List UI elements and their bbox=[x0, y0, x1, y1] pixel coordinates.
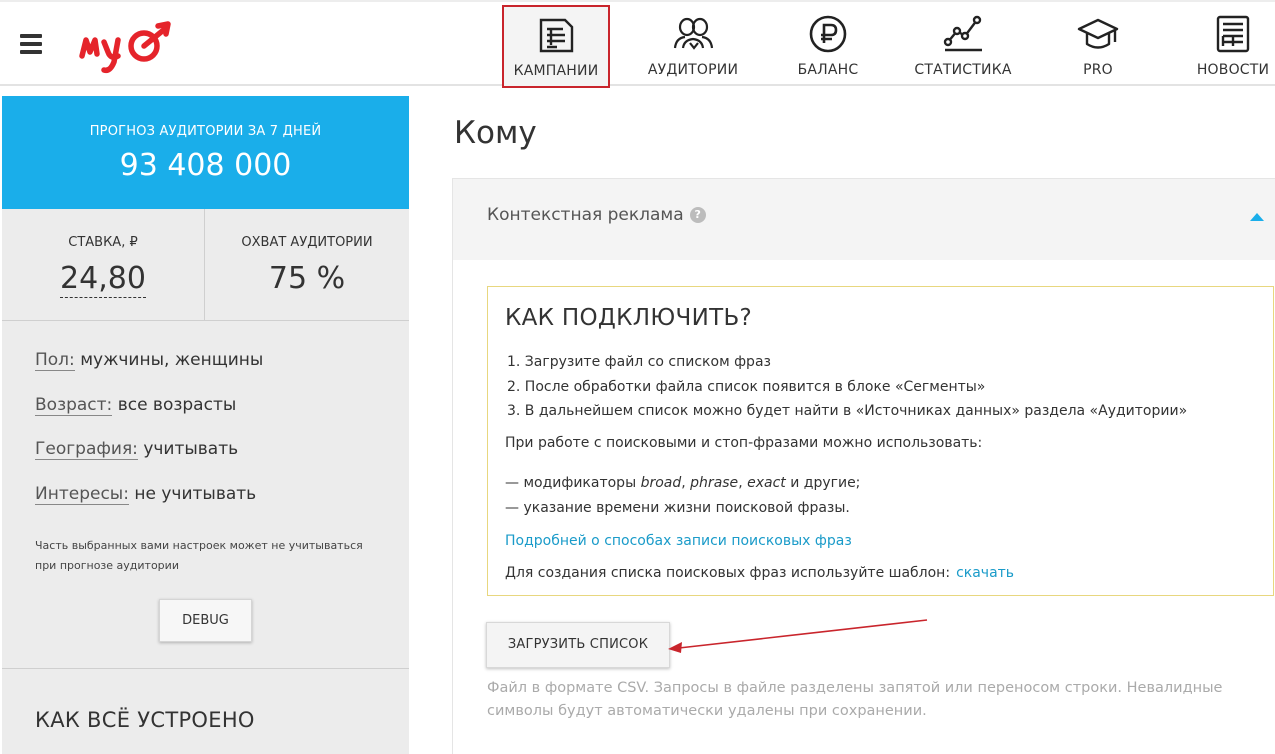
phrase-syntax-link[interactable]: Подробней о способах записи поисковых фр… bbox=[505, 533, 852, 549]
steps-list: 1. Загрузите файл со списком фраз 2. Пос… bbox=[507, 350, 1187, 424]
nav-statistics-label: СТАТИСТИКА bbox=[914, 62, 1012, 78]
nav-statistics[interactable]: СТАТИСТИКА bbox=[909, 6, 1017, 86]
nav-news[interactable]: НОВОСТИ bbox=[1179, 6, 1275, 86]
param-gender-value: мужчины, женщины bbox=[80, 350, 264, 370]
param-geo-value: учитывать bbox=[143, 439, 239, 459]
how-to-connect-box: КАК ПОДКЛЮЧИТЬ? 1. Загрузите файл со спи… bbox=[487, 286, 1274, 596]
param-age-value: все возрасты bbox=[117, 394, 237, 415]
reach-value: 75 % bbox=[268, 261, 346, 296]
annotation-arrow bbox=[668, 619, 928, 653]
nav-pro[interactable]: PRO bbox=[1044, 6, 1152, 86]
nav-balance-label: БАЛАНС bbox=[797, 62, 859, 78]
statistics-icon bbox=[943, 15, 982, 52]
reach-title: ОХВАТ АУДИТОРИИ bbox=[241, 235, 373, 250]
ruble-icon bbox=[809, 15, 847, 53]
nav-campaigns-label: КАМПАНИИ bbox=[513, 63, 599, 79]
step-item: 2. После обработки файла список появится… bbox=[507, 378, 986, 395]
param-geo-link[interactable]: География: bbox=[35, 439, 138, 460]
nav-pro-label: PRO bbox=[1083, 62, 1113, 78]
news-icon bbox=[1216, 15, 1250, 53]
param-age-link[interactable]: Возраст: bbox=[35, 394, 113, 416]
rate-value[interactable]: 24,80 bbox=[2, 261, 204, 298]
campaigns-icon bbox=[539, 18, 574, 53]
forecast-sidebar: ПРОГНОЗ АУДИТОРИИ ЗА 7 ДНЕЙ 93 408 000 С… bbox=[2, 96, 409, 754]
help-icon[interactable]: ? bbox=[689, 207, 706, 223]
modifier-item: — модификаторы broad, phrase, exact и др… bbox=[505, 475, 861, 491]
reach-block: ОХВАТ АУДИТОРИИ 75 % bbox=[205, 209, 409, 321]
nav-audiences[interactable]: АУДИТОРИИ bbox=[639, 6, 747, 86]
collapse-chevron-icon[interactable] bbox=[1250, 213, 1264, 221]
page-title: Кому bbox=[454, 115, 537, 151]
forecast-value: 93 408 000 bbox=[119, 148, 292, 183]
modifiers-intro: При работе с поисковыми и стоп-фразами м… bbox=[505, 435, 983, 451]
nav-news-label: НОВОСТИ bbox=[1196, 62, 1270, 78]
step-item: 1. Загрузите файл со списком фраз bbox=[507, 354, 771, 370]
context-ads-header[interactable]: Контекстная реклама? bbox=[453, 179, 1275, 260]
forecast-note: Часть выбранных вами настроек может не у… bbox=[35, 539, 363, 572]
context-ads-title: Контекстная реклама? bbox=[487, 205, 706, 225]
param-gender-link[interactable]: Пол: bbox=[35, 350, 75, 371]
param-geo: География: учитывать bbox=[35, 439, 395, 484]
rate-title: СТАВКА, ₽ bbox=[68, 235, 138, 250]
modifiers-list: — модификаторы broad, phrase, exact и др… bbox=[505, 471, 860, 520]
param-interests-link[interactable]: Интересы: bbox=[35, 483, 129, 505]
download-template-link[interactable]: скачать bbox=[956, 565, 1014, 581]
param-gender: Пол: мужчины, женщины bbox=[35, 350, 395, 395]
nav-balance[interactable]: БАЛАНС bbox=[774, 6, 882, 86]
upload-hint: Файл в формате CSV. Запросы в файле разд… bbox=[487, 680, 1223, 719]
param-age: Возраст: все возрасты bbox=[35, 394, 395, 440]
mytarget-logo[interactable] bbox=[78, 16, 188, 74]
divider bbox=[2, 668, 409, 669]
param-interests-value: не учитывать bbox=[134, 483, 257, 504]
modifier-item: — указание времени жизни поисковой фразы… bbox=[505, 499, 850, 516]
upload-list-button[interactable]: ЗАГРУЗИТЬ СПИСОК bbox=[486, 622, 670, 668]
context-ads-card: Контекстная реклама? КАК ПОДКЛЮЧИТЬ? 1. … bbox=[452, 178, 1275, 754]
param-interests: Интересы: не учитывать bbox=[35, 483, 395, 529]
debug-button[interactable]: DEBUG bbox=[159, 599, 252, 642]
graduation-cap-icon bbox=[1077, 18, 1119, 49]
how-to-connect-title: КАК ПОДКЛЮЧИТЬ? bbox=[505, 305, 753, 331]
targeting-params: Пол: мужчины, женщины Возраст: все возра… bbox=[35, 350, 395, 528]
stats-row: СТАВКА, ₽ 24,80 ОХВАТ АУДИТОРИИ 75 % bbox=[2, 209, 409, 321]
rate-block: СТАВКА, ₽ 24,80 bbox=[2, 209, 205, 321]
template-text: Для создания списка поисковых фраз испол… bbox=[505, 565, 1015, 581]
nav-campaigns[interactable]: КАМПАНИИ bbox=[502, 5, 610, 88]
menu-icon[interactable] bbox=[20, 34, 42, 54]
audience-forecast: ПРОГНОЗ АУДИТОРИИ ЗА 7 ДНЕЙ 93 408 000 bbox=[2, 96, 409, 209]
audiences-icon bbox=[673, 17, 714, 50]
step-item: 3. В дальнейшем список можно будет найти… bbox=[507, 403, 1188, 419]
nav-audiences-label: АУДИТОРИИ bbox=[647, 62, 739, 78]
forecast-title: ПРОГНОЗ АУДИТОРИИ ЗА 7 ДНЕЙ bbox=[89, 124, 322, 139]
top-bar: КАМПАНИИ АУДИТОРИИ БАЛАНС СТАТИСТИКА PRO… bbox=[0, 0, 1275, 88]
how-it-works-title[interactable]: КАК ВСЁ УСТРОЕНО bbox=[35, 708, 255, 732]
